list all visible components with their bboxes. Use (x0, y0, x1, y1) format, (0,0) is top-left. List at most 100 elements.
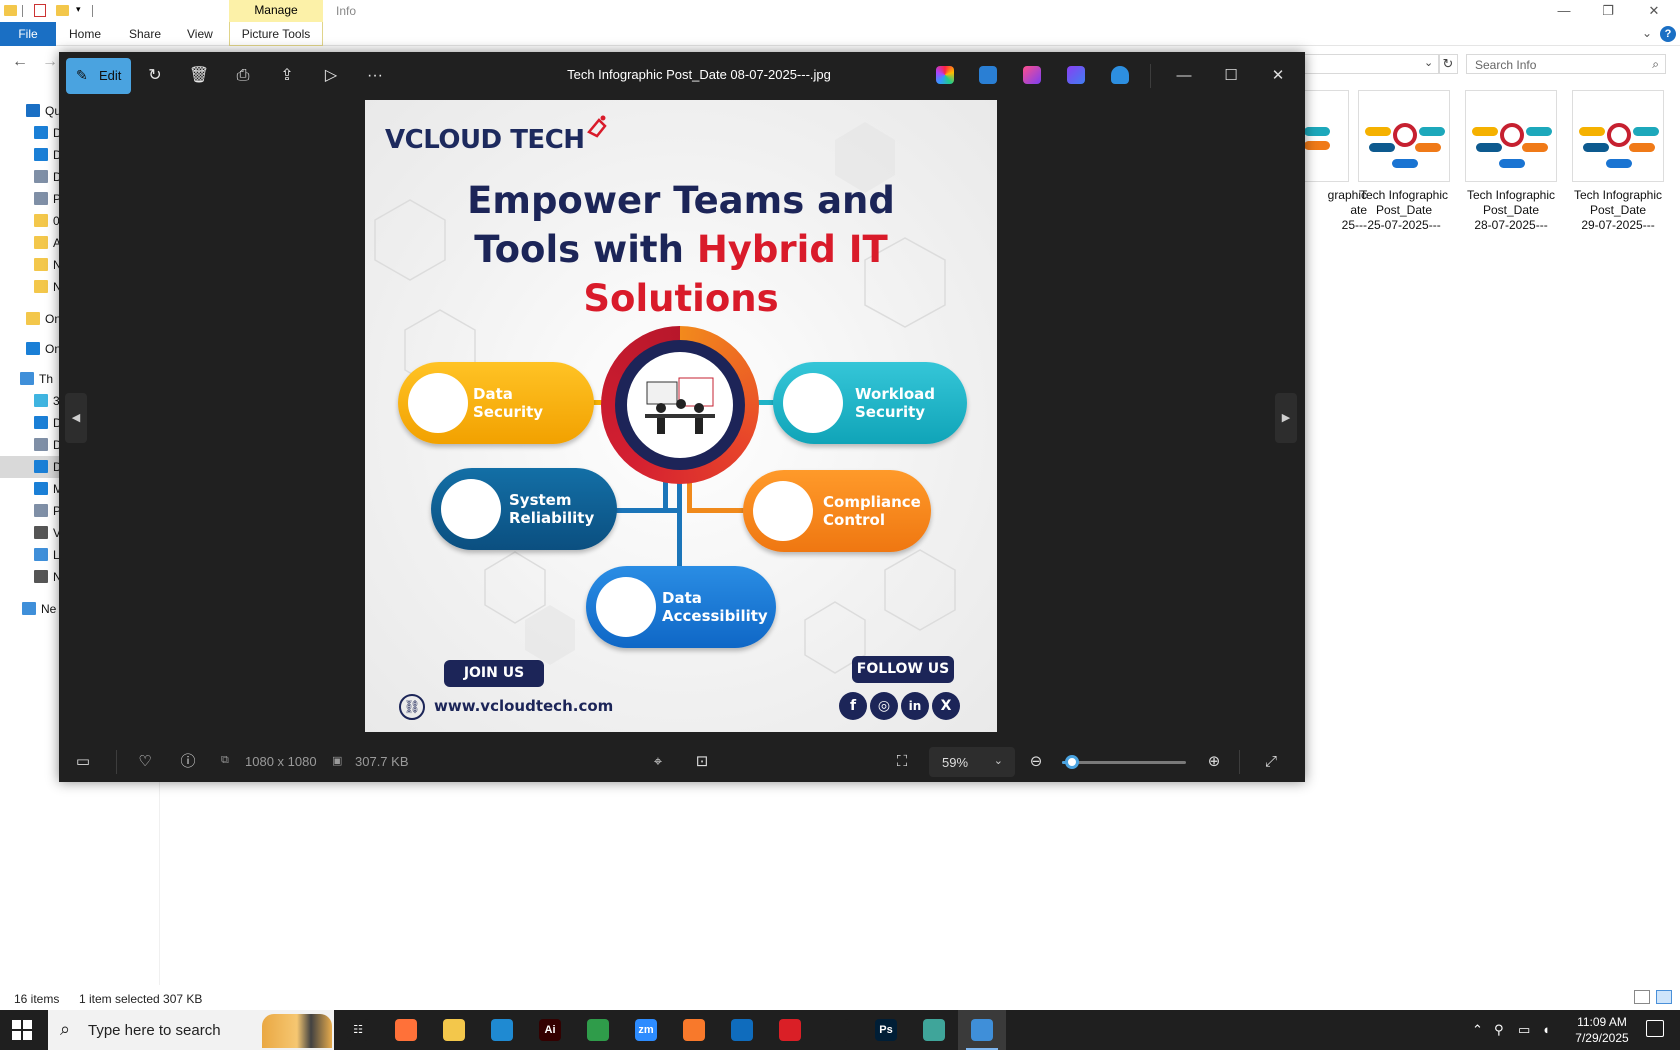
taskbar-app-app-gem[interactable] (910, 1010, 958, 1050)
address-field[interactable] (1300, 54, 1440, 74)
taskbar-app-zoom[interactable]: zm (622, 1010, 670, 1050)
search-input[interactable]: Search Info ⌕ (1466, 54, 1666, 74)
clock[interactable]: 11:09 AM 7/29/2025 (1566, 1014, 1638, 1046)
taskbar-app-xampp[interactable] (670, 1010, 718, 1050)
taskbar-app-outlook[interactable] (718, 1010, 766, 1050)
fullscreen-icon[interactable]: ⤢ (1259, 750, 1283, 774)
sidebar-item[interactable]: D (0, 434, 62, 456)
sidebar-item[interactable]: N (0, 566, 62, 588)
zoom-slider-thumb[interactable] (1064, 755, 1079, 769)
taskbar-app-task-view[interactable]: ☷ (334, 1010, 382, 1050)
sidebar-item[interactable]: A (0, 232, 61, 254)
sidebar-item[interactable]: D (0, 456, 62, 478)
visual-search-icon[interactable]: ⌖ (646, 750, 670, 774)
taskbar-app-creative-cloud[interactable] (766, 1010, 814, 1050)
taskbar-app-vscode[interactable] (478, 1010, 526, 1050)
taskbar-app-firefox[interactable] (382, 1010, 430, 1050)
designer-icon[interactable] (979, 66, 997, 84)
clipchamp-icon[interactable] (1023, 66, 1041, 84)
sidebar-item[interactable]: D (0, 122, 62, 144)
refresh-icon[interactable]: ↻ (1438, 54, 1458, 74)
folder-icon[interactable] (4, 5, 17, 16)
sidebar-item[interactable]: D (0, 166, 62, 188)
sidebar-item[interactable]: D (0, 412, 62, 434)
team-illustration (627, 352, 733, 458)
sidebar-item[interactable]: M (0, 478, 63, 500)
large-icons-view-icon[interactable] (1656, 990, 1672, 1004)
taskbar-app-photos[interactable] (958, 1010, 1006, 1050)
next-image-button[interactable]: ▶ (1275, 393, 1297, 443)
taskbar-app-chrome[interactable] (574, 1010, 622, 1050)
forward-arrow-icon[interactable]: → (42, 53, 58, 71)
tab-home[interactable]: Home (60, 22, 110, 46)
tab-view[interactable]: View (178, 22, 222, 46)
sidebar-item[interactable]: Th (0, 368, 60, 390)
search-icon: ⌕ (60, 1019, 71, 1039)
volume-icon[interactable]: ◖ (1542, 1022, 1550, 1037)
copilot-icon[interactable] (936, 66, 954, 84)
sidebar-item[interactable]: V (0, 522, 61, 544)
connector-line (687, 508, 747, 513)
maximize-icon[interactable]: ☐ (1216, 62, 1246, 90)
sidebar-item[interactable]: P (0, 500, 61, 522)
favorite-heart-icon[interactable]: ♡ (133, 750, 157, 774)
tab-file[interactable]: File (0, 22, 56, 46)
delete-icon[interactable]: 🗑 (185, 62, 213, 90)
rotate-icon[interactable]: ↻ (141, 62, 169, 90)
taskbar-search-input[interactable]: ⌕ Type here to search (48, 1010, 334, 1050)
onedrive-cloud-icon[interactable] (1111, 66, 1129, 84)
chevron-down-icon[interactable]: ⌄ (1424, 56, 1433, 69)
taskbar-app-illustrator[interactable]: Ai (526, 1010, 574, 1050)
chevron-down-icon[interactable]: ⌄ (1642, 26, 1652, 40)
close-icon[interactable]: ✕ (1634, 2, 1674, 20)
sidebar-item[interactable]: On (0, 338, 61, 360)
tab-picture-tools[interactable]: Picture Tools (229, 22, 323, 46)
minimize-icon[interactable]: — (1544, 2, 1584, 20)
details-view-icon[interactable] (1634, 990, 1650, 1004)
share-icon[interactable]: ⇪ (273, 62, 301, 90)
video-editor-icon[interactable] (1067, 66, 1085, 84)
properties-icon[interactable] (34, 4, 46, 17)
print-icon[interactable]: ⎙ (229, 62, 257, 90)
new-folder-icon[interactable] (56, 5, 69, 16)
zoom-slider[interactable] (1062, 755, 1186, 769)
previous-image-button[interactable]: ◀ (65, 393, 87, 443)
more-options-icon[interactable]: ··· (361, 62, 389, 90)
tab-share[interactable]: Share (120, 22, 170, 46)
notifications-icon[interactable] (1646, 1020, 1664, 1037)
back-arrow-icon[interactable]: ← (12, 53, 28, 71)
zoom-out-icon[interactable]: ⊖ (1024, 750, 1048, 774)
close-icon[interactable]: ✕ (1263, 62, 1293, 90)
zoom-level-dropdown[interactable]: 59% ⌄ (929, 747, 1015, 777)
help-icon[interactable]: ? (1660, 26, 1676, 42)
clock-date: 7/29/2025 (1575, 1031, 1629, 1045)
minimize-icon[interactable]: — (1169, 62, 1199, 90)
info-icon[interactable]: ⓘ (176, 750, 200, 774)
sidebar-item[interactable]: 0 (0, 210, 60, 232)
zoom-in-icon[interactable]: ⊕ (1202, 750, 1226, 774)
sidebar-item[interactable]: Qu (0, 100, 61, 122)
taskbar-app-photoshop[interactable]: Ps (862, 1010, 910, 1050)
sidebar-item[interactable]: D (0, 144, 62, 166)
text-scan-icon[interactable]: ⊡ (690, 750, 714, 774)
wifi-icon[interactable]: ⚲ (1494, 1022, 1504, 1038)
taskbar-app-pen-tool[interactable] (814, 1010, 862, 1050)
fit-to-window-icon[interactable]: ⛶ (890, 750, 914, 774)
edit-button[interactable]: ✎ Edit (66, 58, 131, 94)
sidebar-item[interactable]: On (0, 308, 61, 330)
windows-start-icon[interactable] (12, 1020, 32, 1040)
slideshow-icon[interactable]: ▷ (317, 62, 345, 90)
network-icon[interactable]: ▭ (1518, 1022, 1530, 1038)
sidebar-item[interactable]: P (0, 188, 61, 210)
sidebar-item[interactable]: 3 (0, 390, 60, 412)
sidebar-item[interactable]: N (0, 276, 62, 298)
sidebar-item[interactable]: N (0, 254, 62, 276)
sidebar-item[interactable]: L (0, 544, 60, 566)
filmstrip-icon[interactable]: ▭ (71, 750, 95, 774)
sidebar-item[interactable]: Ne (0, 598, 60, 620)
restore-icon[interactable]: ❐ (1588, 2, 1628, 20)
manage-tab[interactable]: Manage (229, 0, 323, 22)
chevron-up-icon[interactable]: ⌃ (1472, 1022, 1483, 1038)
customize-toolbar-icon[interactable]: ▾ (76, 4, 81, 20)
taskbar-app-file-explorer[interactable] (430, 1010, 478, 1050)
